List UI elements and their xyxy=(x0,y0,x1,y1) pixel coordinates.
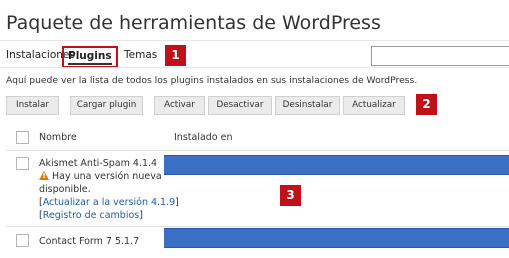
activate-button[interactable]: Activar xyxy=(154,96,205,115)
deactivate-button[interactable]: Desactivar xyxy=(208,96,272,115)
update-button[interactable]: Actualizar xyxy=(343,96,405,115)
tab-themes[interactable]: Temas xyxy=(124,49,157,61)
installed-on-cell xyxy=(164,155,509,175)
warning-icon xyxy=(39,171,49,180)
search-input[interactable] xyxy=(371,46,509,66)
tabs-divider xyxy=(0,67,509,68)
title-divider xyxy=(0,40,509,41)
table-header-divider xyxy=(6,150,509,151)
callout-marker-2: 2 xyxy=(416,94,437,115)
plugin-name: Akismet Anti-Spam 4.1.4 xyxy=(39,158,158,169)
update-links: [Actualizar a la versión 4.1.9] [Registr… xyxy=(39,197,179,221)
callout-marker-3: 3 xyxy=(280,185,301,206)
page-description: Aquí puede ver la lista de todos los plu… xyxy=(6,75,418,86)
tab-plugins-label: Plugins xyxy=(68,50,112,65)
plugins-page: Paquete de herramientas de WordPress Ins… xyxy=(0,0,509,258)
row-checkbox[interactable] xyxy=(16,234,29,247)
installed-on-cell xyxy=(164,228,509,248)
callout-marker-1: 1 xyxy=(165,45,186,66)
install-button[interactable]: Instalar xyxy=(6,96,59,115)
tab-plugins[interactable]: Plugins xyxy=(62,46,118,68)
row-checkbox[interactable] xyxy=(16,157,29,170)
upload-plugin-button[interactable]: Cargar plugin xyxy=(70,96,143,115)
changelog-link[interactable]: Registro de cambios xyxy=(43,210,140,221)
update-notice-text: Hay una versión nueva disponible. xyxy=(39,171,162,195)
uninstall-button[interactable]: Desinstalar xyxy=(275,96,340,115)
column-header-installed[interactable]: Instalado en xyxy=(174,132,233,143)
update-notice: Hay una versión nueva disponible. xyxy=(39,171,164,196)
table-row-divider xyxy=(6,226,509,227)
column-header-name[interactable]: Nombre xyxy=(39,132,77,143)
select-all-checkbox[interactable] xyxy=(16,131,29,144)
plugin-name: Contact Form 7 5.1.7 xyxy=(39,236,140,247)
update-version-link[interactable]: Actualizar a la versión 4.1.9 xyxy=(43,197,175,208)
page-title: Paquete de herramientas de WordPress xyxy=(6,12,381,34)
